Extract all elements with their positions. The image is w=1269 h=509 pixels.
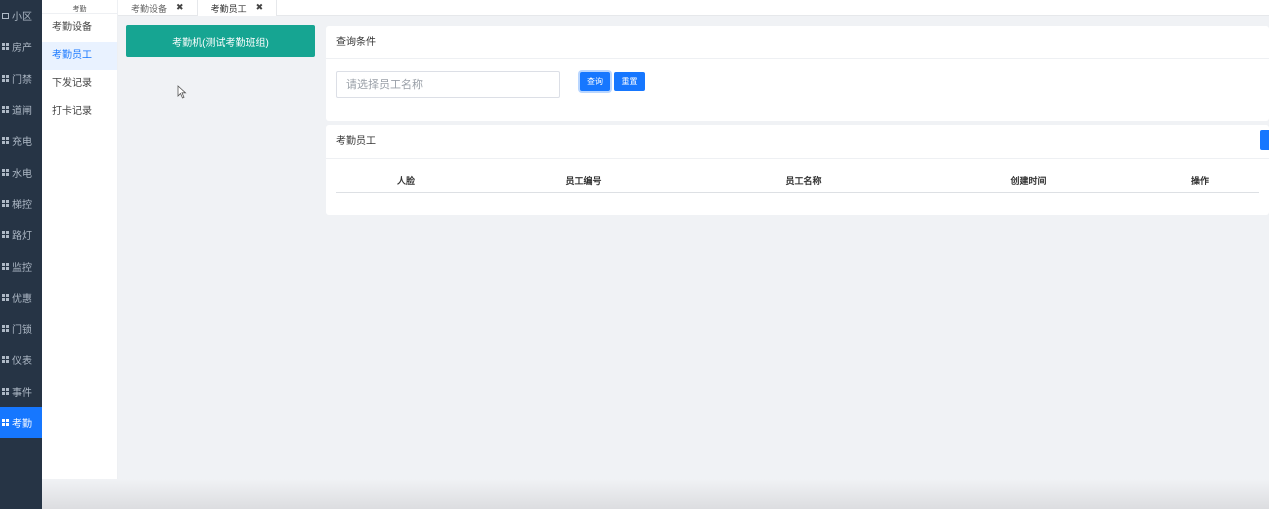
monitor-icon	[2, 12, 9, 19]
nav-item-label: 水电	[12, 168, 32, 180]
attendance-device-button[interactable]: 考勤机(测试考勤班组)	[126, 25, 315, 57]
tab-attendance-devices[interactable]: 考勤设备 ✖	[118, 0, 198, 16]
nav-item-label: 充电	[12, 137, 32, 149]
tab-bar: 考勤设备 ✖ 考勤员工 ✖	[118, 0, 1269, 16]
nav-item-attendance[interactable]: 考勤	[0, 406, 42, 439]
column-header-actions: 操作	[1190, 177, 1209, 187]
nav-item-label: 考勤	[12, 419, 32, 430]
mouse-cursor-icon	[177, 85, 187, 99]
submenu-item-employees[interactable]: 考勤员工	[42, 42, 117, 70]
main-nav: 小区 房产 门禁 道闸 充电 水电 梯控 路灯 监控 优惠 门锁 仪表 事件 考…	[0, 0, 42, 509]
submenu-item-dispatch-records[interactable]: 下发记录	[42, 70, 117, 98]
nav-item-meter[interactable]: 仪表	[0, 344, 42, 375]
add-button[interactable]	[1260, 130, 1269, 150]
nav-item-event[interactable]: 事件	[0, 376, 42, 407]
grid-icon	[2, 419, 9, 426]
grid-icon	[2, 231, 9, 239]
employee-name-input[interactable]	[336, 71, 560, 98]
close-icon[interactable]: ✖	[176, 3, 184, 13]
grid-icon	[2, 106, 9, 114]
search-button[interactable]: 查询	[580, 72, 610, 91]
nav-item-utilities[interactable]: 水电	[0, 156, 42, 187]
list-panel-header: 考勤员工	[326, 125, 1269, 159]
grid-icon	[2, 387, 9, 395]
nav-item-label: 门禁	[12, 74, 32, 86]
nav-item-streetlight[interactable]: 路灯	[0, 219, 42, 250]
bottom-shade	[42, 479, 1269, 509]
column-header-created-time: 创建时间	[1010, 177, 1047, 187]
nav-item-barrier[interactable]: 道闸	[0, 94, 42, 125]
reset-button[interactable]: 重置	[614, 72, 645, 91]
grid-icon	[2, 199, 9, 207]
grid-icon	[2, 137, 9, 145]
nav-item-label: 门锁	[12, 325, 32, 337]
tab-attendance-employees[interactable]: 考勤员工 ✖	[197, 0, 278, 16]
nav-item-doorlock[interactable]: 门锁	[0, 313, 42, 344]
nav-item-access[interactable]: 门禁	[0, 63, 42, 94]
column-header-employee-id: 员工编号	[565, 177, 602, 187]
submenu-item-devices[interactable]: 考勤设备	[42, 14, 117, 42]
grid-icon	[2, 325, 9, 333]
nav-item-property[interactable]: 房产	[0, 31, 42, 62]
employee-list-panel: 考勤员工 人脸 员工编号 员工名称 创建时间 操作	[326, 125, 1269, 215]
column-header-employee-name: 员工名称	[785, 177, 822, 187]
nav-item-label: 房产	[12, 43, 32, 55]
table-header: 人脸 员工编号 员工名称 创建时间 操作	[336, 171, 1259, 193]
grid-icon	[2, 168, 9, 176]
query-panel-title: 查询条件	[326, 26, 1269, 59]
nav-item-label: 梯控	[12, 199, 32, 211]
nav-item-discount[interactable]: 优惠	[0, 282, 42, 313]
grid-icon	[2, 262, 9, 270]
sub-menu: 考勤 考勤设备 考勤员工 下发记录 打卡记录	[42, 0, 118, 509]
column-header-face: 人脸	[396, 177, 415, 187]
list-panel-title: 考勤员工	[336, 136, 376, 147]
nav-item-monitoring[interactable]: 监控	[0, 250, 42, 281]
nav-item-label: 优惠	[12, 293, 32, 305]
nav-item-community[interactable]: 小区	[0, 0, 42, 31]
grid-icon	[2, 43, 9, 51]
nav-item-label: 道闸	[12, 106, 32, 118]
submenu-item-punch-records[interactable]: 打卡记录	[42, 98, 117, 126]
tab-label: 考勤员工	[210, 4, 247, 15]
tab-label: 考勤设备	[131, 4, 168, 15]
grid-icon	[2, 74, 9, 82]
submenu-title: 考勤	[42, 0, 117, 14]
grid-icon	[2, 293, 9, 301]
nav-item-label: 监控	[12, 262, 32, 274]
nav-item-label: 仪表	[12, 356, 32, 368]
nav-item-charging[interactable]: 充电	[0, 125, 42, 156]
query-panel: 查询条件 查询 重置	[326, 26, 1269, 121]
nav-item-label: 路灯	[12, 231, 32, 243]
nav-item-label: 事件	[12, 387, 32, 399]
grid-icon	[2, 356, 9, 364]
close-icon[interactable]: ✖	[256, 3, 264, 13]
nav-item-label: 小区	[12, 12, 32, 24]
nav-item-elevator[interactable]: 梯控	[0, 188, 42, 219]
